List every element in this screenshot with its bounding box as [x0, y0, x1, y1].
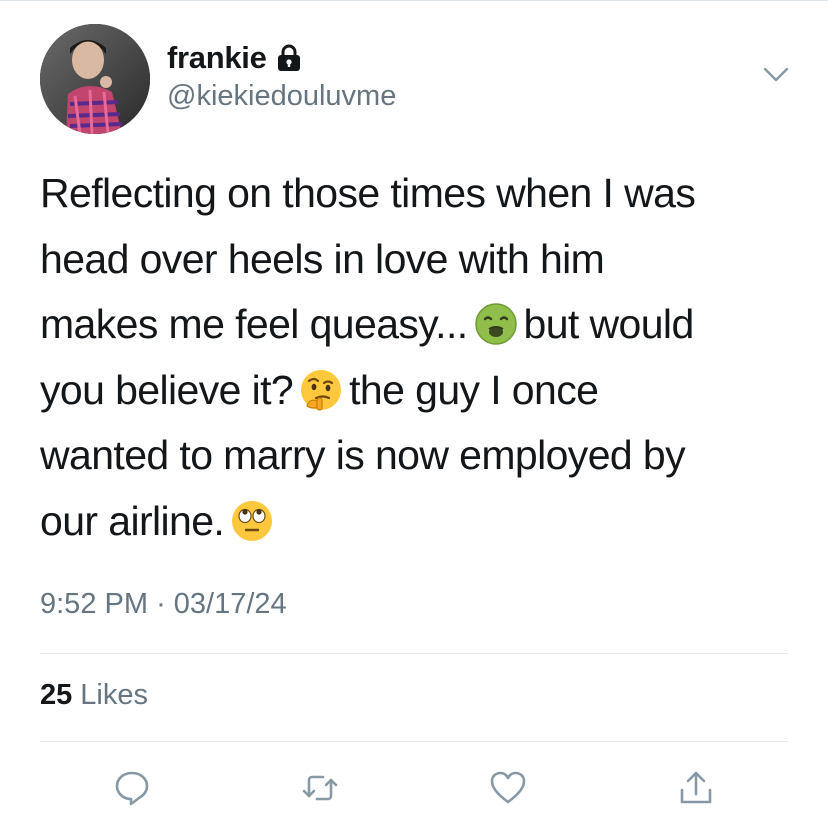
likes-count: 25: [40, 679, 73, 711]
tweet-line: our airline.: [40, 489, 800, 555]
tweet-line: wanted to marry is now employed by: [40, 432, 686, 478]
avatar-photo: [40, 24, 150, 134]
tweet-text-segment: makes me feel queasy...: [40, 301, 468, 347]
share-icon: [680, 771, 712, 804]
reply-button[interactable]: [110, 766, 154, 810]
top-divider: [0, 0, 828, 1]
tweet-line: you believe it? the guy I once: [40, 358, 800, 424]
tweet-line: head over heels in love with him: [40, 235, 605, 282]
reply-icon: [115, 771, 149, 806]
share-button[interactable]: [674, 766, 718, 810]
tweet-text-segment: our airline.: [40, 497, 225, 544]
thinking-face-emoji: [301, 369, 342, 411]
display-name[interactable]: frankie: [167, 40, 267, 76]
tweet-time: 9:52 PM: [40, 588, 148, 620]
nauseated-face-emoji: [474, 303, 517, 345]
tweet-timestamp[interactable]: 9:52 PM · 03/17/24: [40, 588, 287, 621]
retweet-icon: [302, 775, 338, 801]
author-handle[interactable]: @kiekiedouluvme: [167, 80, 396, 113]
tweet-text-segment: the guy I once: [349, 366, 599, 413]
likes-summary[interactable]: 25 Likes: [40, 679, 148, 712]
tweet-line: makes me feel queasy... but would: [40, 292, 800, 358]
like-button[interactable]: [486, 766, 530, 810]
eye-roll-emoji: [232, 500, 273, 541]
lock-icon: [277, 44, 300, 71]
tweet-date: 03/17/24: [173, 588, 287, 620]
tweet-line: Reflecting on those times when I was: [40, 170, 696, 216]
retweet-button[interactable]: [298, 766, 342, 810]
chevron-down-icon[interactable]: [762, 66, 790, 84]
tweet-text-segment: you believe it?: [40, 366, 294, 413]
avatar[interactable]: [40, 24, 150, 134]
likes-label: Likes: [80, 679, 148, 711]
divider: [40, 741, 788, 742]
tweet-text: Reflecting on those times when I was hea…: [40, 161, 800, 554]
author-name-row: frankie: [167, 40, 302, 76]
divider: [40, 653, 788, 654]
like-icon: [490, 771, 526, 804]
tweet-text-segment: but would: [523, 301, 695, 347]
timestamp-separator: ·: [156, 588, 166, 620]
